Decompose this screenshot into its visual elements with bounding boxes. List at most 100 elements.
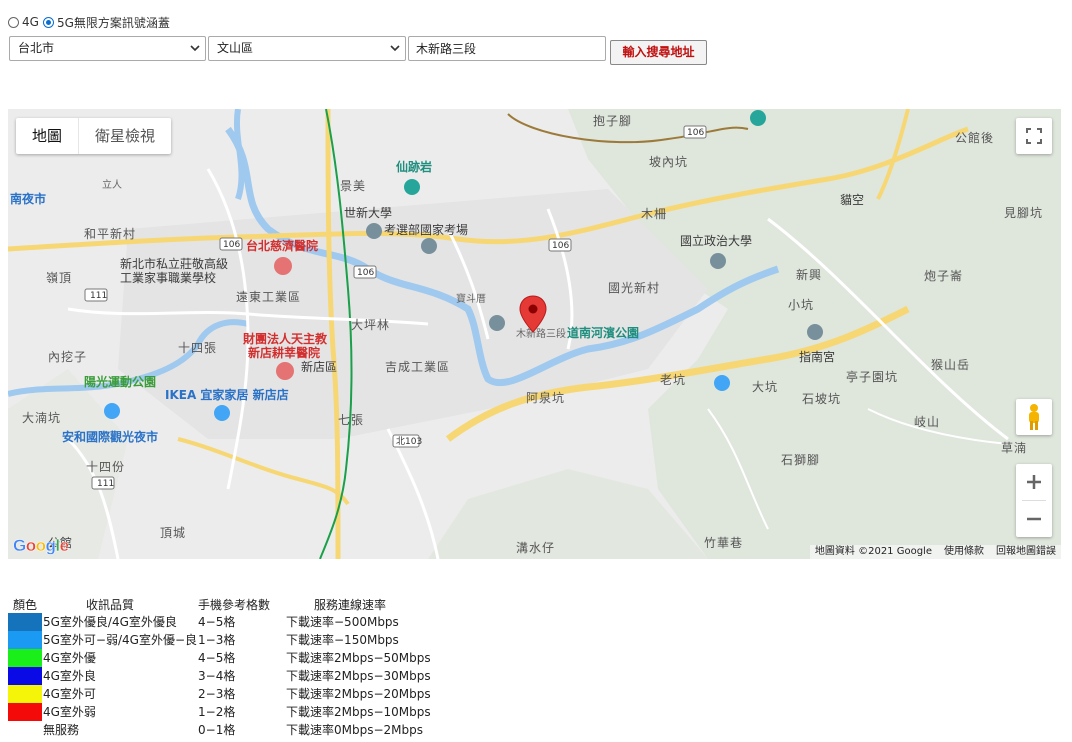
legend-bars: 3−4格 <box>198 669 236 683</box>
map-label: 小坑 <box>788 298 815 312</box>
map-label: 七張 <box>338 413 365 427</box>
radio-4g[interactable] <box>8 16 19 28</box>
tab-map[interactable]: 地圖 <box>16 118 80 154</box>
map-label: 炮子崙 <box>924 269 964 283</box>
pegman-icon <box>1029 404 1039 430</box>
legend-quality: 5G室外優良/4G室外優良 <box>43 615 177 629</box>
radio-5g[interactable] <box>42 16 54 28</box>
route-shield-label: 106 <box>223 240 241 250</box>
map-view[interactable]: 南夜市 和平新村 嶺頂 新北市私立莊敬高級 工業家事職業學校 台北慈濟醫院 遠東… <box>8 109 1061 559</box>
legend-color-swatch <box>8 703 42 721</box>
legend-bars: 1−3格 <box>198 633 236 647</box>
terms-link[interactable]: 使用條款 <box>944 545 984 559</box>
map-label: 立人 <box>102 180 122 191</box>
map-label: 十四份 <box>86 460 126 474</box>
map-label: 老坑 <box>660 373 687 387</box>
map-label: 南夜市 <box>10 192 47 206</box>
radio-4g-label[interactable]: 4G <box>22 15 39 29</box>
legend-header-bars: 手機參考格數 <box>198 598 271 612</box>
fullscreen-button[interactable] <box>1016 118 1052 154</box>
legend-speed: 下載速率−150Mbps <box>286 633 399 647</box>
legend-header-color: 顏色 <box>13 598 38 612</box>
legend-header-row: 顏色 收訊品質 手機參考格數 服務連線速率 <box>8 596 448 614</box>
map-label: 內挖子 <box>48 350 88 364</box>
legend-bars: 4−5格 <box>198 651 236 665</box>
map-label: 岐山 <box>914 415 941 429</box>
legend-row: 無服務 0−1格 下載速率0Mbps−2Mbps <box>8 721 448 739</box>
map-label: 貓空 <box>840 193 865 207</box>
map-label: 遠東工業區 <box>236 290 302 304</box>
legend-color-swatch <box>8 613 42 631</box>
legend-speed: 下載速率2Mbps−20Mbps <box>286 687 431 701</box>
legend-bars: 4−5格 <box>198 615 236 629</box>
zoom-in-button[interactable] <box>1016 464 1052 500</box>
legend-quality: 4G室外優 <box>43 651 96 665</box>
city-select[interactable]: 台北市 <box>9 36 206 61</box>
map-label: 指南宮 <box>799 350 836 364</box>
map-label: 亭子園坑 <box>846 370 899 384</box>
district-select[interactable]: 文山區 <box>208 36 406 61</box>
map-label: 仙跡岩 <box>396 160 433 174</box>
map-label: 阿泉坑 <box>526 391 566 405</box>
map-label: 頂城 <box>160 526 187 540</box>
legend-color-swatch <box>8 685 42 703</box>
zoom-out-button[interactable] <box>1016 501 1052 537</box>
legend-speed: 下載速率0Mbps−2Mbps <box>286 723 424 737</box>
map-label: 大坪林 <box>351 318 391 332</box>
map-label: 陽光運動公園 <box>84 375 157 389</box>
legend-row: 5G室外優良/4G室外優良 4−5格 下載速率−500Mbps <box>8 613 448 631</box>
map-label: 安和國際觀光夜市 <box>62 430 159 444</box>
map-label: 嶺頂 <box>46 271 73 285</box>
legend-header-speed: 服務連線速率 <box>314 598 387 612</box>
legend-row: 4G室外良 3−4格 下載速率2Mbps−30Mbps <box>8 667 448 685</box>
map-label: 見腳坑 <box>1004 206 1044 220</box>
google-logo[interactable]: Google <box>13 536 70 556</box>
search-address-button[interactable]: 輸入搜尋地址 <box>610 40 707 65</box>
network-type-selector: 4G 5G無限方案訊號涵蓋 <box>8 13 174 31</box>
map-label: 草湳 <box>1001 441 1028 455</box>
district-value: 文山區 <box>217 41 254 55</box>
map-label: 新店區 <box>301 360 338 374</box>
radio-5g-label[interactable]: 5G無限方案訊號涵蓋 <box>57 14 170 31</box>
street-view-button[interactable] <box>1016 399 1052 435</box>
map-label: 吉成工業區 <box>385 360 451 374</box>
map-label: 新興 <box>796 268 823 282</box>
map-label: 竹華巷 <box>704 536 744 550</box>
legend-bars: 0−1格 <box>198 723 236 737</box>
report-error-link[interactable]: 回報地圖錯誤 <box>996 545 1056 559</box>
legend-quality: 4G室外可 <box>43 687 96 701</box>
map-label: 抱子腳 <box>593 114 633 128</box>
map-label: 景美 <box>340 179 367 193</box>
map-label: 國光新村 <box>608 281 661 295</box>
map-data-credit: 地圖資料 ©2021 Google <box>814 546 932 557</box>
map-label: 寶斗厝 <box>456 294 486 305</box>
fullscreen-icon <box>1026 128 1042 144</box>
location-pin-icon[interactable] <box>519 295 547 333</box>
map-label: 新北市私立莊敬高級 <box>120 257 229 271</box>
map-attribution: 地圖資料 ©2021 Google 使用條款 回報地圖錯誤 <box>809 545 1061 559</box>
legend-quality: 4G室外弱 <box>43 705 96 719</box>
map-label: 大湳坑 <box>22 411 62 425</box>
legend-row: 4G室外可 2−3格 下載速率2Mbps−20Mbps <box>8 685 448 703</box>
tab-satellite[interactable]: 衛星檢視 <box>79 118 171 154</box>
map-label: 台北慈濟醫院 <box>246 239 319 253</box>
route-shield-label: 106 <box>552 241 570 251</box>
legend-quality: 無服務 <box>43 723 80 737</box>
chevron-down-icon <box>390 45 400 52</box>
route-shield-label: 111 <box>90 291 108 301</box>
map-label: 和平新村 <box>84 227 137 241</box>
legend-color-swatch <box>8 649 42 667</box>
street-input[interactable] <box>408 36 606 61</box>
route-shield-label: 111 <box>97 479 115 489</box>
map-label: 考選部國家考場 <box>384 223 469 237</box>
legend-header-quality: 收訊品質 <box>86 598 135 612</box>
map-label: 世新大學 <box>344 206 393 220</box>
legend-speed: 下載速率2Mbps−10Mbps <box>286 705 431 719</box>
chevron-down-icon <box>190 45 200 52</box>
legend-speed: 下載速率2Mbps−50Mbps <box>286 651 431 665</box>
legend-quality: 5G室外可−弱/4G室外優−良 <box>43 633 198 647</box>
map-label: 石坡坑 <box>802 392 842 406</box>
route-shield-label: 106 <box>687 128 705 138</box>
map-label: 溝水仔 <box>516 541 556 555</box>
map-label: 道南河濱公園 <box>567 326 640 340</box>
